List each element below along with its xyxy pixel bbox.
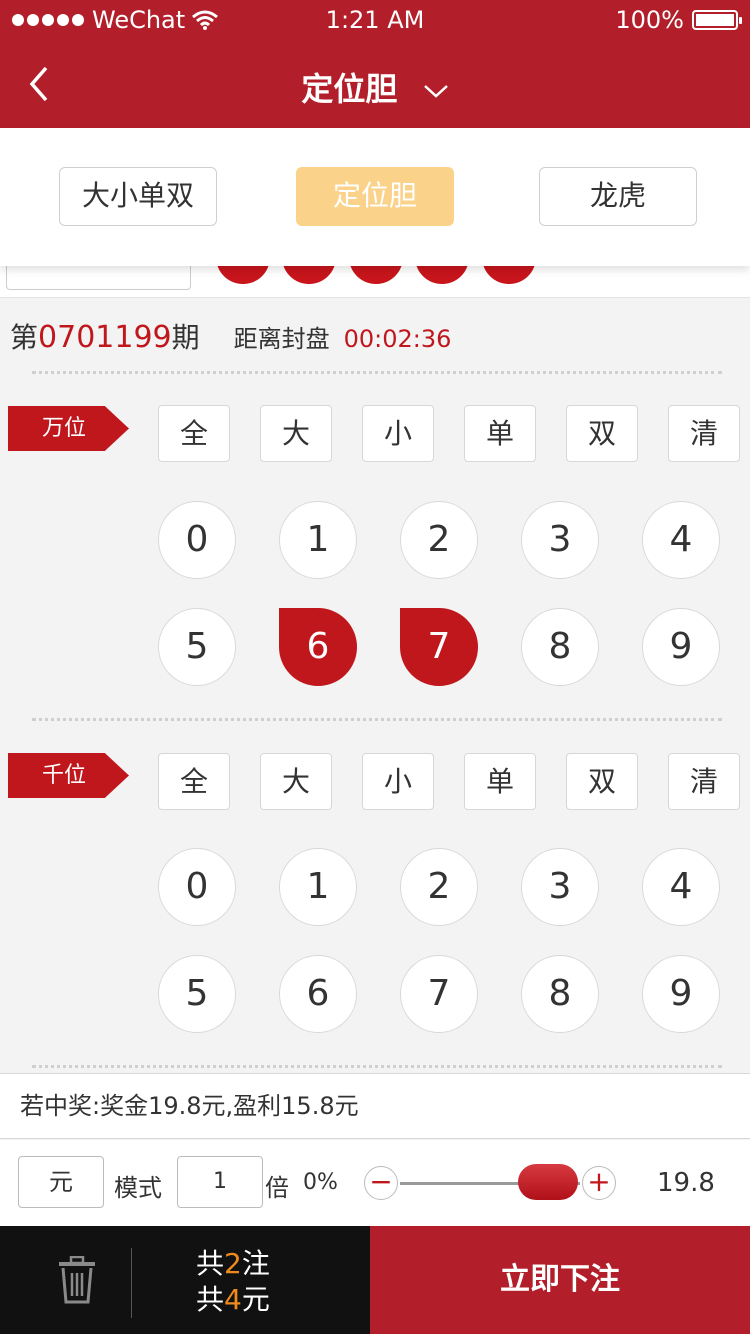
number-ball[interactable]: 0: [158, 848, 236, 926]
number-ball[interactable]: 4: [642, 501, 720, 579]
number-ball[interactable]: 2: [400, 501, 478, 579]
app-header: WeChat 1:21 AM 100% 定位胆: [0, 0, 750, 128]
number-ball[interactable]: 1: [279, 501, 357, 579]
bet-cost-unit: 元: [241, 1283, 270, 1316]
rebate-slider-thumb[interactable]: [518, 1164, 578, 1200]
divider: [32, 1065, 722, 1068]
battery-percent: 100%: [615, 6, 684, 34]
number-ball[interactable]: 1: [279, 848, 357, 926]
issue-prefix: 第: [10, 321, 39, 354]
minus-icon[interactable]: −: [364, 1166, 398, 1200]
quick-odd-button[interactable]: 单: [464, 405, 536, 462]
divider: [32, 371, 722, 374]
rebate-value: 0%: [303, 1170, 338, 1195]
tab-position[interactable]: 定位胆: [296, 167, 454, 226]
quick-small-button[interactable]: 小: [362, 753, 434, 810]
bet-count-unit: 注: [241, 1247, 270, 1280]
page-title-text: 定位胆: [301, 70, 398, 108]
quick-even-button[interactable]: 双: [566, 753, 638, 810]
quick-even-button[interactable]: 双: [566, 405, 638, 462]
bet-cost-line: 共4元: [196, 1282, 270, 1318]
bet-totals: 共2注 共4元: [196, 1246, 270, 1318]
issue-info: 第 0701199 期 距离封盘 00:02:36: [10, 316, 451, 356]
multiplier-input[interactable]: 1: [177, 1156, 263, 1208]
issue-suffix: 期: [171, 321, 200, 354]
number-ball-selected[interactable]: 6: [279, 608, 357, 686]
number-ball-selected[interactable]: 7: [400, 608, 478, 686]
bet-controls: 元 模式 1 倍 0% − + 19.8: [0, 1140, 750, 1226]
battery-icon: [692, 10, 742, 30]
plus-icon[interactable]: +: [582, 1166, 616, 1200]
bet-count: 2: [224, 1247, 242, 1280]
quick-odd-button[interactable]: 单: [464, 753, 536, 810]
quick-big-button[interactable]: 大: [260, 753, 332, 810]
position-label-qian: 千位: [8, 753, 129, 798]
number-ball[interactable]: 3: [521, 848, 599, 926]
battery-info: 100%: [615, 6, 742, 34]
trash-icon[interactable]: [56, 1256, 98, 1304]
number-ball[interactable]: 5: [158, 955, 236, 1033]
close-label: 距离封盘: [233, 325, 330, 353]
chevron-down-icon: [423, 85, 448, 98]
divider: [32, 718, 722, 721]
multiplier-label: 倍: [265, 1174, 289, 1202]
bet-cost-prefix: 共: [196, 1283, 225, 1316]
tab-dragon-tiger[interactable]: 龙虎: [539, 167, 697, 226]
bet-cost: 4: [224, 1283, 242, 1316]
page-title[interactable]: 定位胆: [0, 64, 750, 110]
number-ball[interactable]: 6: [279, 955, 357, 1033]
bet-count-line: 共2注: [196, 1246, 270, 1282]
bottom-bar: 共2注 共4元 立即下注: [0, 1226, 750, 1334]
number-ball[interactable]: 3: [521, 501, 599, 579]
mode-label: 模式: [114, 1174, 162, 1202]
quick-small-button[interactable]: 小: [362, 405, 434, 462]
amount-value: 19.8: [657, 1168, 715, 1198]
quick-all-button[interactable]: 全: [158, 753, 230, 810]
countdown: 00:02:36: [343, 325, 452, 353]
nav-bar: 定位胆: [0, 40, 750, 128]
bet-count-prefix: 共: [196, 1247, 225, 1280]
play-type-menu: 大小单双 定位胆 龙虎: [0, 128, 750, 266]
number-ball[interactable]: 4: [642, 848, 720, 926]
number-ball[interactable]: 7: [400, 955, 478, 1033]
unit-select[interactable]: 元: [18, 1156, 104, 1208]
number-ball[interactable]: 2: [400, 848, 478, 926]
quick-clear-button[interactable]: 清: [668, 753, 740, 810]
footer-divider: [131, 1248, 132, 1318]
quick-all-button[interactable]: 全: [158, 405, 230, 462]
number-ball[interactable]: 9: [642, 955, 720, 1033]
submit-bet-button[interactable]: 立即下注: [370, 1226, 750, 1334]
quick-clear-button[interactable]: 清: [668, 405, 740, 462]
issue-number: 0701199: [38, 320, 172, 355]
number-ball[interactable]: 8: [521, 955, 599, 1033]
tab-big-small-odd-even[interactable]: 大小单双: [59, 167, 217, 226]
number-ball[interactable]: 5: [158, 608, 236, 686]
quick-big-button[interactable]: 大: [260, 405, 332, 462]
number-ball[interactable]: 9: [642, 608, 720, 686]
status-bar: WeChat 1:21 AM 100%: [0, 0, 750, 40]
position-label-wan: 万位: [8, 406, 129, 451]
prize-info: 若中奖:奖金19.8元,盈利15.8元: [0, 1073, 750, 1139]
number-ball[interactable]: 8: [521, 608, 599, 686]
number-ball[interactable]: 0: [158, 501, 236, 579]
